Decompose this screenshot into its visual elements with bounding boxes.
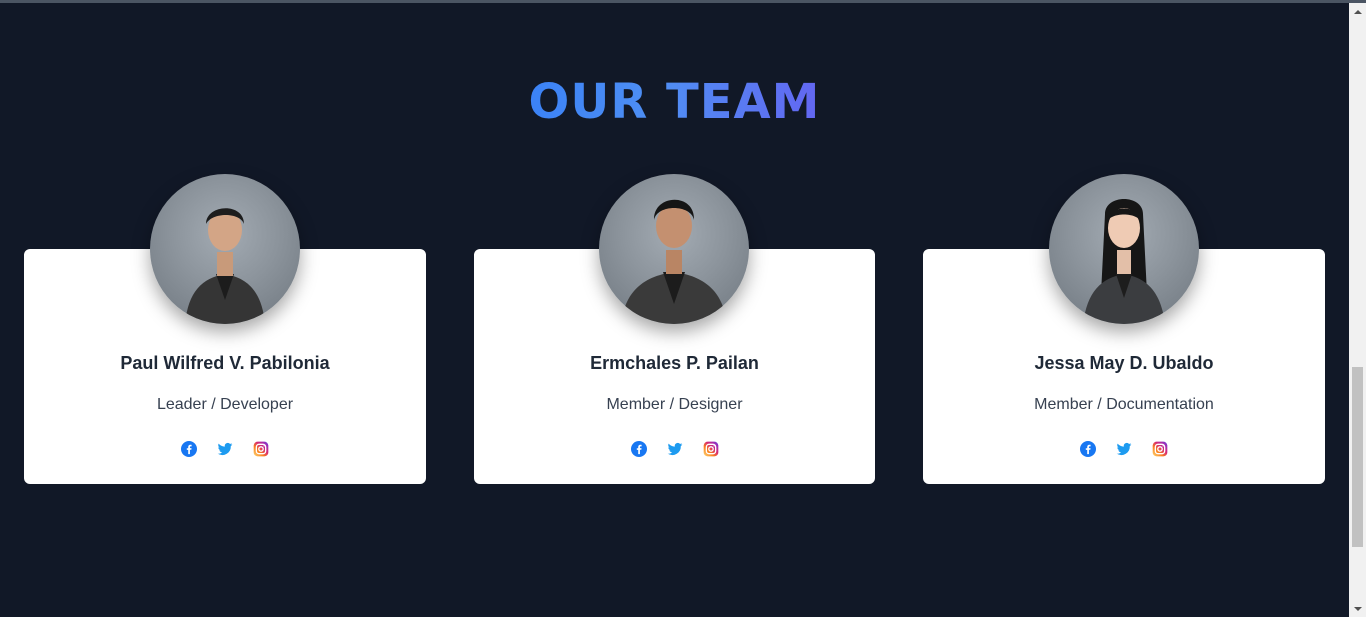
member-name: Paul Wilfred V. Pabilonia [120,353,330,373]
facebook-icon[interactable] [181,441,197,457]
section-title: OUR TEAM [528,74,821,130]
facebook-icon[interactable] [630,441,647,457]
instagram-icon[interactable] [1152,441,1168,457]
scroll-down-arrow-icon[interactable] [1349,600,1366,617]
facebook-icon[interactable] [1080,441,1096,457]
member-photo [599,174,749,324]
scroll-up-arrow-icon[interactable] [1349,3,1366,20]
member-role: Member / Documentation [1034,396,1214,413]
member-photo [1049,174,1199,324]
twitter-icon[interactable] [667,441,683,457]
member-name: Jessa May D. Ubaldo [1034,353,1214,373]
member-photo [150,174,300,324]
member-name: Ermchales P. Pailan [590,353,759,373]
social-links [24,441,426,457]
instagram-icon[interactable] [703,441,719,457]
twitter-icon[interactable] [1116,441,1132,457]
member-role: Leader / Developer [156,396,294,413]
instagram-icon[interactable] [253,441,269,457]
member-role: Member / Designer [606,396,743,413]
social-links [923,441,1325,457]
social-links [474,441,875,457]
twitter-icon[interactable] [217,441,233,457]
scrollbar-thumb[interactable] [1352,367,1363,547]
vertical-scrollbar[interactable] [1349,3,1366,617]
